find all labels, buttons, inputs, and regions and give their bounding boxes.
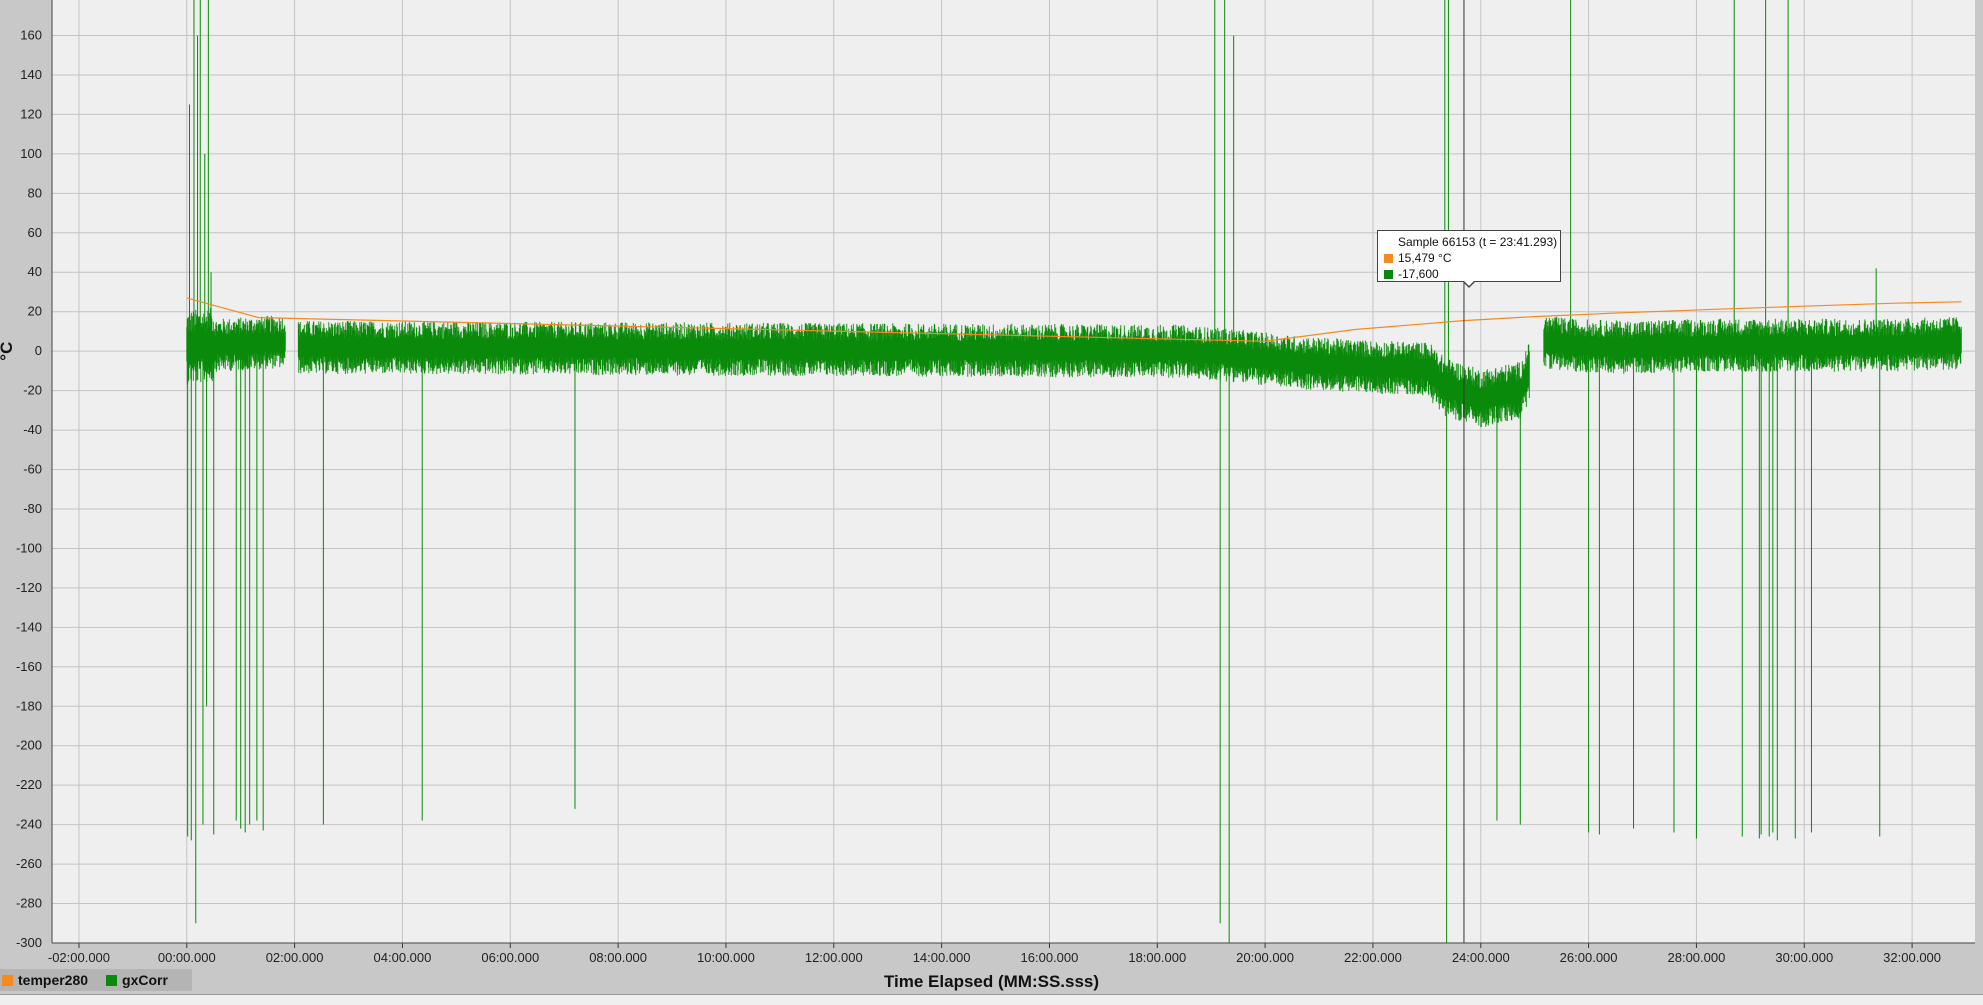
chart-container: 160 140 120 100 80 60 40 20 0 -20 -40 -60 -80 -100 -12… <box>0 0 1983 1005</box>
y-tick-label: -40 <box>23 422 42 437</box>
y-tick-label: -300 <box>16 935 42 950</box>
tooltip-value-gxcorr: -17,600 <box>1398 267 1439 281</box>
legend-item-temper280[interactable]: temper280 <box>2 972 88 988</box>
x-tick-label: 22:00.000 <box>1344 950 1402 965</box>
x-tick-label: 30:00.000 <box>1775 950 1833 965</box>
x-axis-title: Time Elapsed (MM:SS.sss) <box>883 972 1100 991</box>
x-tick-label: 18:00.000 <box>1128 950 1186 965</box>
y-tick-label: -180 <box>16 698 42 713</box>
chart-svg[interactable]: 160 140 120 100 80 60 40 20 0 -20 -40 -60 -80 -100 -12… <box>0 0 1983 1004</box>
x-tick-label: 26:00.000 <box>1560 950 1618 965</box>
temper280-swatch-icon <box>2 974 13 986</box>
x-tick-label: 20:00.000 <box>1236 950 1294 965</box>
gxcorr-tooltip-swatch-icon <box>1384 269 1393 279</box>
y-axis-title: °C <box>0 342 16 361</box>
x-tick-label: 06:00.000 <box>481 950 539 965</box>
y-tick-label: -280 <box>16 896 42 911</box>
y-tick-label: 20 <box>28 304 42 319</box>
x-tick-label: 24:00.000 <box>1452 950 1510 965</box>
x-tick-label: 02:00.000 <box>266 950 324 965</box>
y-tick-label: 80 <box>28 185 42 200</box>
x-tick-label: 14:00.000 <box>913 950 971 965</box>
gxcorr-swatch-icon <box>106 974 118 986</box>
x-tick-label: 28:00.000 <box>1668 950 1726 965</box>
x-tick-label: 10:00.000 <box>697 950 755 965</box>
y-tick-label: -200 <box>16 738 42 753</box>
bottom-strip <box>0 994 1983 1005</box>
tooltip-title: Sample 66153 (t = 23:41.293) <box>1398 235 1558 249</box>
y-tick-label: -100 <box>16 540 42 555</box>
y-tick-label: 100 <box>20 146 42 161</box>
y-tick-label: 160 <box>20 28 42 43</box>
x-tick-label: 00:00.000 <box>158 950 216 965</box>
y-tick-label: -220 <box>16 777 42 792</box>
temper280-tooltip-swatch-icon <box>1384 253 1393 263</box>
y-tick-label: -60 <box>23 462 42 477</box>
x-tick-label: 08:00.000 <box>589 950 647 965</box>
y-tick-label: -120 <box>16 580 42 595</box>
tooltip-value-temper280: 15,479 °C <box>1398 251 1452 265</box>
y-tick-label: -80 <box>23 501 42 516</box>
legend-label-gxcorr: gxCorr <box>122 972 168 988</box>
legend-item-gxcorr[interactable]: gxCorr <box>106 972 168 988</box>
legend-label-temper280: temper280 <box>18 972 89 988</box>
tooltip-row-temper280: 15,479 °C <box>1384 250 1554 266</box>
tooltip-pointer-fill <box>1463 280 1475 286</box>
x-tick-label: 32:00.000 <box>1883 950 1941 965</box>
x-tick-label: -02:00.000 <box>48 950 110 965</box>
sample-tooltip: Sample 66153 (t = 23:41.293) 15,479 °C -… <box>1377 230 1561 282</box>
x-tick-label: 16:00.000 <box>1021 950 1079 965</box>
y-tick-label: -240 <box>16 817 42 832</box>
y-tick-label: -160 <box>16 659 42 674</box>
y-tick-label: -260 <box>16 856 42 871</box>
y-tick-label: 40 <box>28 264 42 279</box>
plot-area <box>52 0 1975 943</box>
y-tick-label: 120 <box>20 106 42 121</box>
x-tick-label: 04:00.000 <box>374 950 432 965</box>
y-tick-label: 60 <box>28 225 42 240</box>
y-tick-label: -20 <box>23 383 42 398</box>
x-tick-label: 12:00.000 <box>805 950 863 965</box>
y-tick-label: 0 <box>35 343 42 358</box>
y-tick-label: 140 <box>20 67 42 82</box>
legend: temper280 gxCorr <box>0 969 192 991</box>
y-tick-label: -140 <box>16 619 42 634</box>
